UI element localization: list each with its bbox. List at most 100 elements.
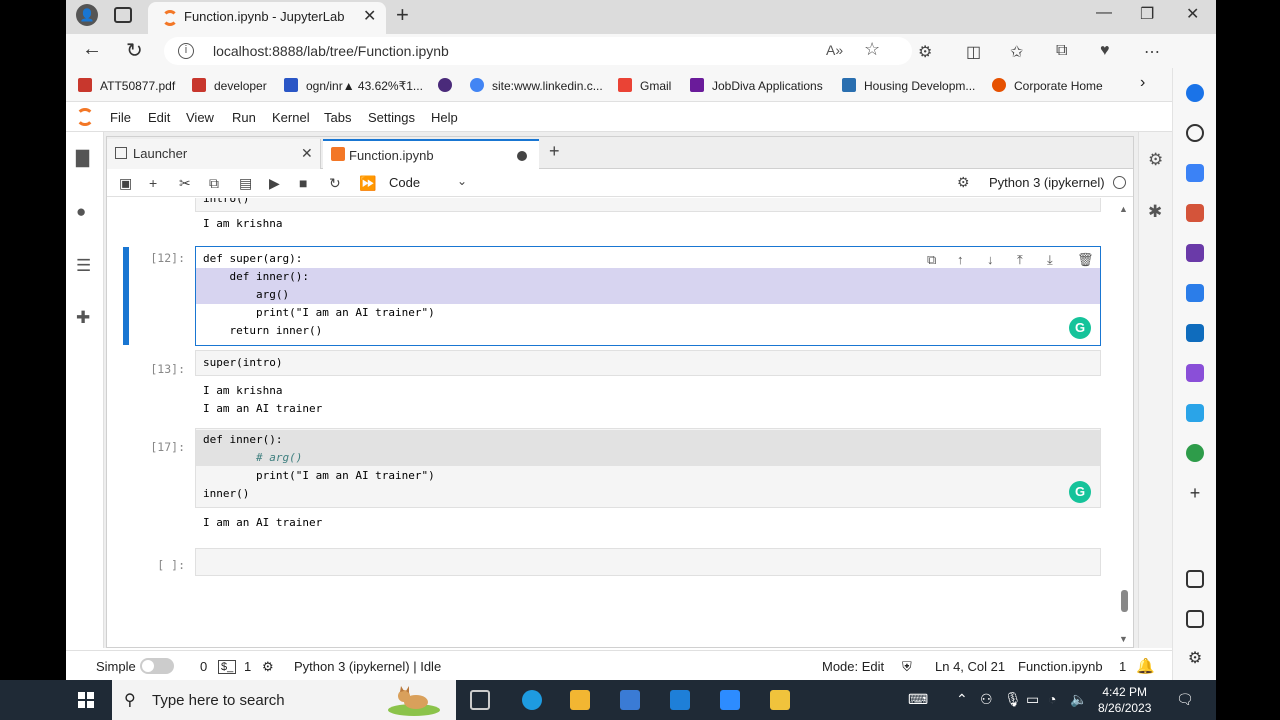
- send-icon[interactable]: [1186, 404, 1204, 422]
- chevron-down-icon[interactable]: ⌄: [457, 174, 467, 188]
- action-center-icon[interactable]: 🗨: [1176, 691, 1194, 708]
- split-screen-icon[interactable]: ◫: [966, 42, 981, 62]
- wifi-icon[interactable]: ◔: [1048, 691, 1056, 707]
- zoom-icon[interactable]: [720, 690, 740, 710]
- menu-edit[interactable]: Edit: [148, 110, 170, 125]
- bookmark-item[interactable]: Corporate Home: [992, 78, 1103, 93]
- add-tab-icon[interactable]: +: [549, 141, 560, 162]
- bookmark-item[interactable]: ogn/inr▲ 43.62%₹1...: [284, 78, 423, 93]
- bookmark-item[interactable]: Housing Developm...: [842, 78, 975, 93]
- tab-actions-icon[interactable]: [114, 7, 132, 23]
- profile-avatar[interactable]: 👤: [76, 4, 98, 26]
- volume-icon[interactable]: 🔈: [1070, 691, 1087, 708]
- outlook-icon[interactable]: [1186, 324, 1204, 342]
- menu-settings[interactable]: Settings: [368, 110, 415, 125]
- windows-start-icon[interactable]: [78, 692, 94, 708]
- keyboard-tray-icon[interactable]: ⌨: [908, 691, 928, 708]
- add-icon[interactable]: +: [1186, 484, 1204, 502]
- copy-icon[interactable]: ⧉: [209, 175, 219, 192]
- menu-tabs[interactable]: Tabs: [324, 110, 351, 125]
- edge-icon[interactable]: [522, 690, 542, 710]
- debugger-bug-icon[interactable]: ✱: [1148, 202, 1162, 222]
- menu-file[interactable]: File: [110, 110, 131, 125]
- cursor-position[interactable]: Ln 4, Col 21: [935, 659, 1005, 674]
- duplicate-cell-icon[interactable]: ⧉: [927, 252, 936, 268]
- scroll-down-arrow-icon[interactable]: ▼: [1119, 634, 1128, 644]
- file-explorer-icon[interactable]: [570, 690, 590, 710]
- extensions-icon[interactable]: ⚙: [918, 42, 932, 62]
- maximize-button[interactable]: ❐: [1140, 4, 1154, 24]
- scroll-up-arrow-icon[interactable]: ▲: [1119, 204, 1128, 214]
- insert-above-icon[interactable]: ⤒: [1017, 252, 1023, 268]
- tools-icon[interactable]: [1186, 204, 1204, 222]
- run-icon[interactable]: ▶: [269, 175, 280, 192]
- minimize-button[interactable]: —: [1096, 4, 1112, 22]
- tab-notebook[interactable]: Function.ipynb: [323, 139, 539, 169]
- kernel-count[interactable]: 1: [244, 659, 251, 674]
- close-launcher-icon[interactable]: ✕: [301, 145, 313, 162]
- games-icon[interactable]: [1186, 244, 1204, 262]
- settings-gear-icon[interactable]: ⚙: [1186, 650, 1204, 668]
- bookmark-item[interactable]: Gmail: [618, 78, 671, 93]
- external-link-icon[interactable]: [1186, 610, 1204, 628]
- kernel-name[interactable]: Python 3 (ipykernel): [989, 175, 1105, 190]
- stop-icon[interactable]: ■: [299, 175, 307, 191]
- window-close-button[interactable]: ✕: [1186, 4, 1199, 24]
- cell-type-select[interactable]: Code: [389, 175, 420, 190]
- bookmark-item[interactable]: site:www.linkedin.c...: [470, 78, 603, 93]
- bookmark-item[interactable]: ATT50877.pdf: [78, 78, 175, 93]
- task-view-icon[interactable]: [470, 690, 490, 710]
- python-icon[interactable]: [770, 690, 790, 710]
- paste-icon[interactable]: ▤: [239, 175, 252, 192]
- browser-tab-active[interactable]: Function.ipynb - JupyterLab ✕: [148, 2, 386, 34]
- collections-icon[interactable]: ⧉: [1056, 42, 1067, 60]
- taskbar-search-box[interactable]: ⚲ Type here to search: [112, 680, 456, 720]
- refresh-icon[interactable]: ↻: [126, 38, 143, 63]
- restart-icon[interactable]: ↻: [329, 175, 341, 192]
- menu-run[interactable]: Run: [232, 110, 256, 125]
- read-aloud-icon[interactable]: A»: [826, 42, 843, 58]
- insert-below-icon[interactable]: ⤓: [1047, 252, 1053, 268]
- folder-icon[interactable]: ▇: [76, 148, 89, 168]
- bookmarks-overflow-chevron-icon[interactable]: ›: [1140, 74, 1145, 92]
- bell-icon[interactable]: [1186, 84, 1204, 102]
- search-icon[interactable]: [1186, 124, 1204, 142]
- tab-launcher[interactable]: Launcher ✕: [107, 139, 321, 169]
- back-arrow-icon[interactable]: ←: [82, 38, 102, 61]
- taskbar-clock[interactable]: 4:42 PM 8/26/2023: [1098, 684, 1151, 716]
- network-tray-icon[interactable]: ▭: [1026, 691, 1039, 708]
- more-menu-icon[interactable]: ⋯: [1144, 42, 1160, 62]
- new-tab-button[interactable]: +: [396, 2, 409, 28]
- bookmark-item[interactable]: [438, 78, 460, 93]
- terminal-count[interactable]: 0: [200, 659, 207, 674]
- kernel-status-text[interactable]: Python 3 (ipykernel) | Idle: [294, 659, 441, 674]
- address-bar[interactable]: i localhost:8888/lab/tree/Function.ipynb…: [164, 37, 912, 65]
- save-icon[interactable]: ▣: [119, 175, 132, 192]
- grammarly-icon[interactable]: G: [1069, 317, 1091, 339]
- bookmark-item[interactable]: developer: [192, 78, 267, 93]
- unsaved-dot-icon[interactable]: [517, 151, 527, 161]
- notebook-panel[interactable]: intro() I am krishna [12]: def super(arg…: [107, 198, 1133, 647]
- kernel-settings-icon[interactable]: ⚙: [957, 174, 970, 191]
- mail-icon[interactable]: [670, 690, 690, 710]
- insert-cell-icon[interactable]: +: [149, 175, 157, 191]
- property-inspector-gear-icon[interactable]: ⚙: [1148, 150, 1163, 170]
- microphone-icon[interactable]: 🎙: [1004, 691, 1022, 708]
- menu-view[interactable]: View: [186, 110, 214, 125]
- microsoft365-icon[interactable]: [1186, 284, 1204, 302]
- move-down-icon[interactable]: ↓: [987, 252, 994, 267]
- sidebar-toggle-icon[interactable]: [1186, 570, 1204, 588]
- menu-kernel[interactable]: Kernel: [272, 110, 310, 125]
- menu-help[interactable]: Help: [431, 110, 458, 125]
- shopping-icon[interactable]: [1186, 164, 1204, 182]
- delete-cell-icon[interactable]: 🗑: [1077, 252, 1094, 268]
- extension-puzzle-icon[interactable]: ✚: [76, 308, 90, 328]
- simple-mode-toggle[interactable]: [140, 658, 174, 674]
- browser-essentials-icon[interactable]: ♥: [1100, 42, 1110, 60]
- table-of-contents-icon[interactable]: ☰: [76, 256, 91, 276]
- bookmark-item[interactable]: JobDiva Applications: [690, 78, 823, 93]
- shield-icon[interactable]: ⛨: [902, 659, 912, 675]
- move-up-icon[interactable]: ↑: [957, 252, 964, 267]
- site-info-icon[interactable]: i: [178, 43, 194, 59]
- people-tray-icon[interactable]: ⚇: [980, 691, 993, 708]
